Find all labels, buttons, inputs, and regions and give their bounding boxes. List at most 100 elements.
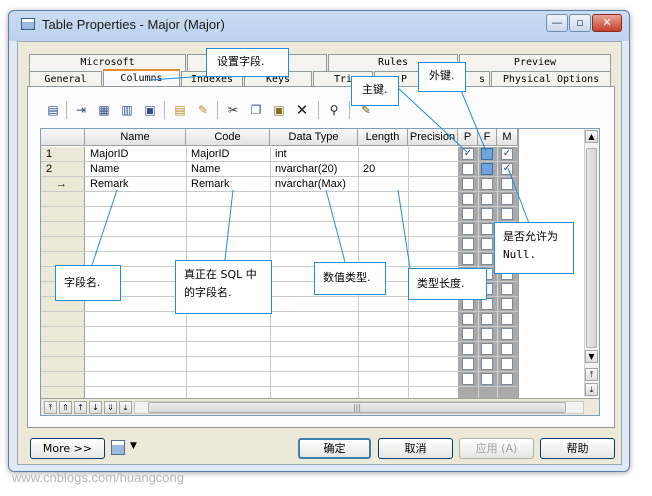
foreign-key-checkbox[interactable]: [481, 358, 493, 370]
primary-key-checkbox[interactable]: [462, 373, 474, 385]
paste-clipboard-icon[interactable]: ▣: [270, 101, 288, 119]
mandatory-checkbox[interactable]: [501, 283, 513, 295]
table-icon: [21, 18, 35, 30]
move-up-icon[interactable]: ↑: [74, 401, 87, 414]
add-columns-icon[interactable]: ▥: [118, 101, 136, 119]
primary-key-checkbox[interactable]: [462, 253, 474, 265]
foreign-key-checkbox[interactable]: [481, 163, 493, 175]
header-length[interactable]: Length: [358, 129, 408, 146]
primary-key-checkbox[interactable]: [462, 313, 474, 325]
tab-preview[interactable]: Preview: [459, 54, 611, 71]
more-button[interactable]: More >>: [30, 438, 105, 459]
current-row-arrow-icon[interactable]: →: [52, 177, 84, 192]
move-down-page-icon[interactable]: ⇓: [104, 401, 117, 414]
maximize-button[interactable]: ▫: [569, 14, 591, 32]
cell-code[interactable]: Remark: [187, 177, 270, 192]
foreign-key-checkbox[interactable]: [481, 208, 493, 220]
cell-data-type[interactable]: nvarchar(Max): [271, 177, 358, 192]
primary-key-checkbox[interactable]: ✓: [462, 148, 474, 160]
watermark-text: www.cnblogs.com/huangcong: [12, 470, 184, 485]
cell-code[interactable]: MajorID: [187, 147, 270, 162]
close-button[interactable]: ✕: [592, 14, 622, 32]
foreign-key-checkbox[interactable]: [481, 253, 493, 265]
cell-code[interactable]: Name: [187, 162, 270, 177]
cell-data-type[interactable]: nvarchar(20): [271, 162, 358, 177]
paste-icon[interactable]: ▤: [171, 101, 189, 119]
cell-name[interactable]: Name: [86, 162, 186, 177]
foreign-key-checkbox[interactable]: [481, 148, 493, 160]
mandatory-checkbox[interactable]: [501, 208, 513, 220]
cell-length[interactable]: [359, 147, 408, 162]
scroll-bottom-button[interactable]: ⤓: [585, 383, 598, 396]
mandatory-checkbox[interactable]: [501, 193, 513, 205]
scroll-top-button[interactable]: ⤒: [585, 368, 598, 381]
delete-columns-icon[interactable]: ▣: [141, 101, 159, 119]
chevron-down-icon[interactable]: ▼: [130, 441, 137, 451]
add-row-icon[interactable]: ▦: [95, 101, 113, 119]
foreign-key-checkbox[interactable]: [481, 223, 493, 235]
cell-length[interactable]: 20: [359, 162, 408, 177]
help-button[interactable]: 帮助: [540, 438, 615, 459]
find-icon[interactable]: ⚲: [325, 101, 343, 119]
scroll-thumb[interactable]: [586, 148, 597, 348]
primary-key-checkbox[interactable]: [462, 208, 474, 220]
copy-icon[interactable]: ❐: [247, 101, 265, 119]
primary-key-checkbox[interactable]: [462, 178, 474, 190]
primary-key-checkbox[interactable]: [462, 238, 474, 250]
move-bottom-icon[interactable]: ⤓: [119, 401, 132, 414]
customize-icon[interactable]: ✎: [194, 101, 212, 119]
foreign-key-checkbox[interactable]: [481, 238, 493, 250]
header-name[interactable]: Name: [85, 129, 186, 146]
foreign-key-checkbox[interactable]: [481, 178, 493, 190]
mandatory-checkbox[interactable]: [501, 373, 513, 385]
mandatory-checkbox[interactable]: [501, 328, 513, 340]
move-up-page-icon[interactable]: ⇑: [59, 401, 72, 414]
primary-key-checkbox[interactable]: [462, 328, 474, 340]
callout-sql-name-line1: 真正在 SQL 中: [184, 268, 257, 281]
save-as-default-icon[interactable]: [111, 440, 125, 455]
cell-length[interactable]: [359, 177, 408, 192]
properties-icon[interactable]: ▤: [44, 101, 62, 119]
mandatory-checkbox[interactable]: ✓: [501, 163, 513, 175]
foreign-key-checkbox[interactable]: [481, 343, 493, 355]
primary-key-checkbox[interactable]: [462, 343, 474, 355]
insert-row-icon[interactable]: ⇥: [72, 101, 90, 119]
scroll-down-button[interactable]: ▼: [585, 350, 598, 363]
move-down-icon[interactable]: ↓: [89, 401, 102, 414]
primary-key-checkbox[interactable]: [462, 223, 474, 235]
grid-line: [41, 356, 518, 357]
cell-name[interactable]: MajorID: [86, 147, 186, 162]
cell-data-type[interactable]: int: [271, 147, 358, 162]
foreign-key-checkbox[interactable]: [481, 373, 493, 385]
move-top-icon[interactable]: ⤒: [44, 401, 57, 414]
mandatory-checkbox[interactable]: [501, 178, 513, 190]
foreign-key-checkbox[interactable]: [481, 328, 493, 340]
mandatory-checkbox[interactable]: [501, 358, 513, 370]
header-mandatory[interactable]: M: [497, 129, 518, 146]
primary-key-checkbox[interactable]: [462, 193, 474, 205]
header-data-type[interactable]: Data Type: [270, 129, 358, 146]
horizontal-scroll-thumb[interactable]: |||: [148, 402, 566, 413]
mandatory-checkbox[interactable]: ✓: [501, 148, 513, 160]
cut-icon[interactable]: ✂: [224, 101, 242, 119]
header-primary[interactable]: P: [458, 129, 478, 146]
delete-icon[interactable]: ✕: [293, 101, 311, 119]
header-code[interactable]: Code: [186, 129, 270, 146]
scroll-up-button[interactable]: ▲: [585, 130, 598, 143]
row-number[interactable]: 1: [42, 147, 84, 162]
foreign-key-checkbox[interactable]: [481, 193, 493, 205]
apply-button[interactable]: 应用 (A): [459, 438, 534, 459]
primary-key-checkbox[interactable]: [462, 358, 474, 370]
mandatory-checkbox[interactable]: [501, 313, 513, 325]
ok-button[interactable]: 确定: [298, 438, 371, 459]
cell-name[interactable]: Remark: [86, 177, 186, 192]
header-foreign[interactable]: F: [478, 129, 497, 146]
header-precision[interactable]: Precision: [408, 129, 458, 146]
primary-key-checkbox[interactable]: [462, 163, 474, 175]
mandatory-checkbox[interactable]: [501, 343, 513, 355]
mandatory-checkbox[interactable]: [501, 298, 513, 310]
minimize-button[interactable]: —: [546, 14, 568, 32]
foreign-key-checkbox[interactable]: [481, 313, 493, 325]
cancel-button[interactable]: 取消: [378, 438, 453, 459]
row-number[interactable]: 2: [42, 162, 84, 177]
